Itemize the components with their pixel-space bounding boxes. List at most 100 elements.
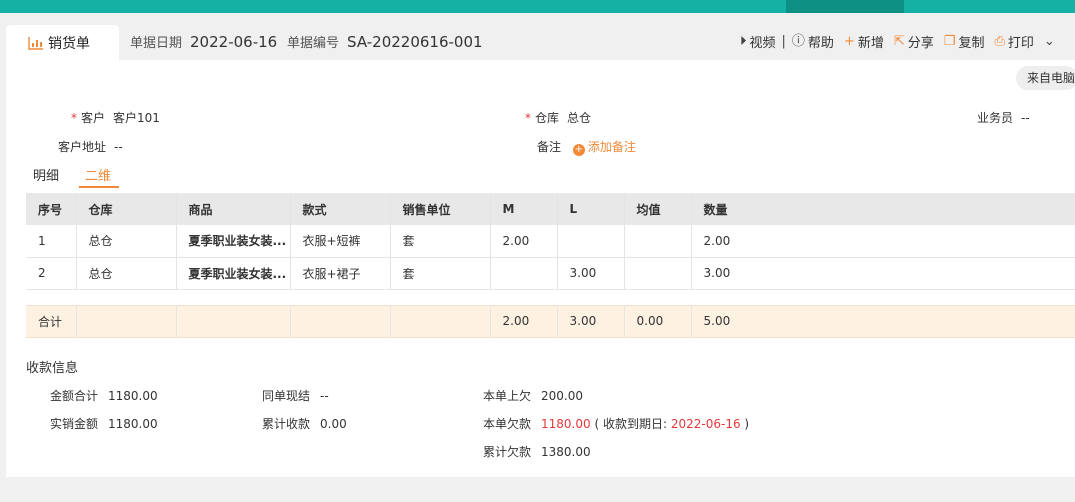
table-cell (557, 225, 625, 258)
settle-field: 同单现结 -- (262, 389, 329, 403)
chevron-down-icon: ⌄ (1043, 34, 1055, 49)
tab-two-dimension[interactable]: 二维 (85, 165, 111, 184)
warehouse-value[interactable]: 总仓 (567, 111, 591, 125)
table-cell: 套 (390, 225, 491, 258)
doc-no-value: SA-20220616-001 (347, 33, 483, 51)
source-button[interactable]: 来自电脑 (1016, 66, 1075, 90)
add-remark-button[interactable]: + 添加备注 (572, 140, 636, 156)
customer-label: 客户 (81, 111, 106, 125)
table-cell: 2 (26, 257, 77, 290)
column-header: 销售单位 (390, 193, 491, 225)
column-header: M (490, 193, 558, 225)
table-cell: 总仓 (76, 225, 177, 258)
table-header-row: 序号 仓库 商品 款式 销售单位 M L 均值 数量 (26, 193, 1075, 225)
sales-chart-icon (28, 36, 44, 50)
amount-total-field: 金额合计 1180.00 (50, 389, 158, 403)
salesman-label: 业务员 (977, 111, 1014, 125)
doc-date-label: 单据日期 (130, 36, 183, 51)
salesman-field: 业务员 -- (977, 109, 1030, 126)
column-header: 仓库 (76, 193, 177, 225)
column-header: 商品 (176, 193, 291, 225)
prev-owed-field: 本单上欠 200.00 (483, 389, 584, 403)
table-cell: 总仓 (76, 257, 177, 290)
salesman-value[interactable]: -- (1021, 111, 1030, 125)
required-mark: * (525, 111, 531, 125)
more-dropdown[interactable]: ⌄ (1044, 35, 1058, 48)
table-cell: 3.00 (557, 257, 625, 290)
total-cell (290, 304, 391, 338)
plus-icon: + (843, 34, 855, 49)
actual-amount-field: 实销金额 1180.00 (50, 417, 158, 431)
due-suffix: ) (744, 417, 750, 431)
column-header: 款式 (290, 193, 391, 225)
table-cell: 衣服+裙子 (290, 257, 391, 290)
toolbar-actions: ⏵ 视频 | ⓘ 帮助 + 新增 ⇱ 分享 ❐ 复制 ⎙ 打印 ⌄ (740, 32, 1068, 51)
address-value[interactable]: -- (114, 140, 123, 154)
table-cell (624, 257, 692, 290)
tab-detail[interactable]: 明细 (33, 165, 59, 184)
column-header: L (557, 193, 625, 225)
table-row[interactable]: 1 总仓 夏季职业装女装... 衣服+短裤 套 2.00 2.00 (26, 225, 1075, 258)
printer-icon: ⎙ (994, 34, 1005, 49)
doc-date-field: 单据日期 2022-06-16 (130, 32, 277, 51)
due-date: 2022-06-16 (670, 417, 741, 431)
doc-date-value: 2022-06-16 (190, 33, 278, 51)
doc-type-tab[interactable]: 销货单 (6, 25, 119, 60)
total-cell (176, 304, 291, 338)
doc-type-label: 销货单 (48, 35, 90, 52)
table-spacer (26, 289, 1075, 305)
customer-field: * 客户 客户101 (71, 109, 160, 126)
customer-value[interactable]: 客户101 (113, 111, 160, 125)
total-cell: 2.00 (490, 304, 558, 338)
table-cell: 2.00 (490, 225, 558, 258)
table-row[interactable]: 2 总仓 夏季职业装女装... 衣服+裙子 套 3.00 3.00 (26, 257, 1075, 290)
copy-icon: ❐ (943, 34, 956, 49)
items-table: 序号 仓库 商品 款式 销售单位 M L 均值 数量 1 总仓 夏季职业装女装.… (26, 193, 1075, 338)
received-field: 累计收款 0.00 (262, 417, 347, 431)
total-cell (390, 304, 491, 338)
column-header: 序号 (26, 193, 77, 225)
play-circle-icon: ⏵ (740, 34, 747, 49)
question-circle-icon: ⓘ (791, 34, 805, 49)
video-button[interactable]: ⏵ 视频 (740, 32, 776, 51)
payment-section-title: 收款信息 (26, 361, 79, 376)
total-owed-field: 累计欠款 1380.00 (483, 445, 591, 459)
new-button[interactable]: + 新增 (844, 32, 884, 51)
table-cell: 2.00 (691, 225, 1075, 258)
document-header: 销货单 单据日期 2022-06-16 单据编号 SA-20220616-001 ⏵… (0, 13, 1075, 60)
address-label: 客户地址 (58, 140, 107, 154)
help-button[interactable]: ⓘ 帮助 (792, 32, 834, 51)
owed-value: 1180.00 (541, 417, 591, 431)
doc-no-field: 单据编号 SA-20220616-001 (287, 32, 483, 51)
table-cell (624, 225, 692, 258)
share-button[interactable]: ⇱ 分享 (894, 32, 934, 51)
due-prefix: ( 收款到期日: (594, 417, 668, 431)
total-cell: 3.00 (557, 304, 625, 338)
toolbar-separator: | (781, 34, 786, 49)
remark-label: 备注 (537, 140, 562, 154)
total-cell (76, 304, 177, 338)
owed-field: 本单欠款 1180.00 ( 收款到期日: 2022-06-16 ) (483, 417, 750, 431)
table-cell: 夏季职业装女装... (176, 225, 291, 258)
print-button[interactable]: ⎙ 打印 (994, 32, 1033, 51)
top-color-bar (0, 0, 1075, 13)
table-cell: 夏季职业装女装... (176, 257, 291, 290)
total-cell: 5.00 (691, 304, 1075, 338)
total-cell: 0.00 (624, 304, 692, 338)
plus-circle-icon: + (572, 144, 585, 156)
table-cell: 衣服+短裤 (290, 225, 391, 258)
column-header: 均值 (624, 193, 692, 225)
warehouse-field: * 仓库 总仓 (525, 109, 591, 126)
table-cell: 套 (390, 257, 491, 290)
remark-field: 备注 + 添加备注 (537, 138, 636, 156)
copy-button[interactable]: ❐ 复制 (944, 32, 985, 51)
top-bar-segment (786, 0, 904, 13)
warehouse-label: 仓库 (535, 111, 560, 125)
table-cell: 1 (26, 225, 77, 258)
column-header: 数量 (691, 193, 1075, 225)
doc-no-label: 单据编号 (287, 36, 340, 51)
table-cell: 3.00 (691, 257, 1075, 290)
address-field: 客户地址 -- (58, 138, 123, 155)
table-cell (490, 257, 558, 290)
share-icon: ⇱ (893, 34, 905, 49)
